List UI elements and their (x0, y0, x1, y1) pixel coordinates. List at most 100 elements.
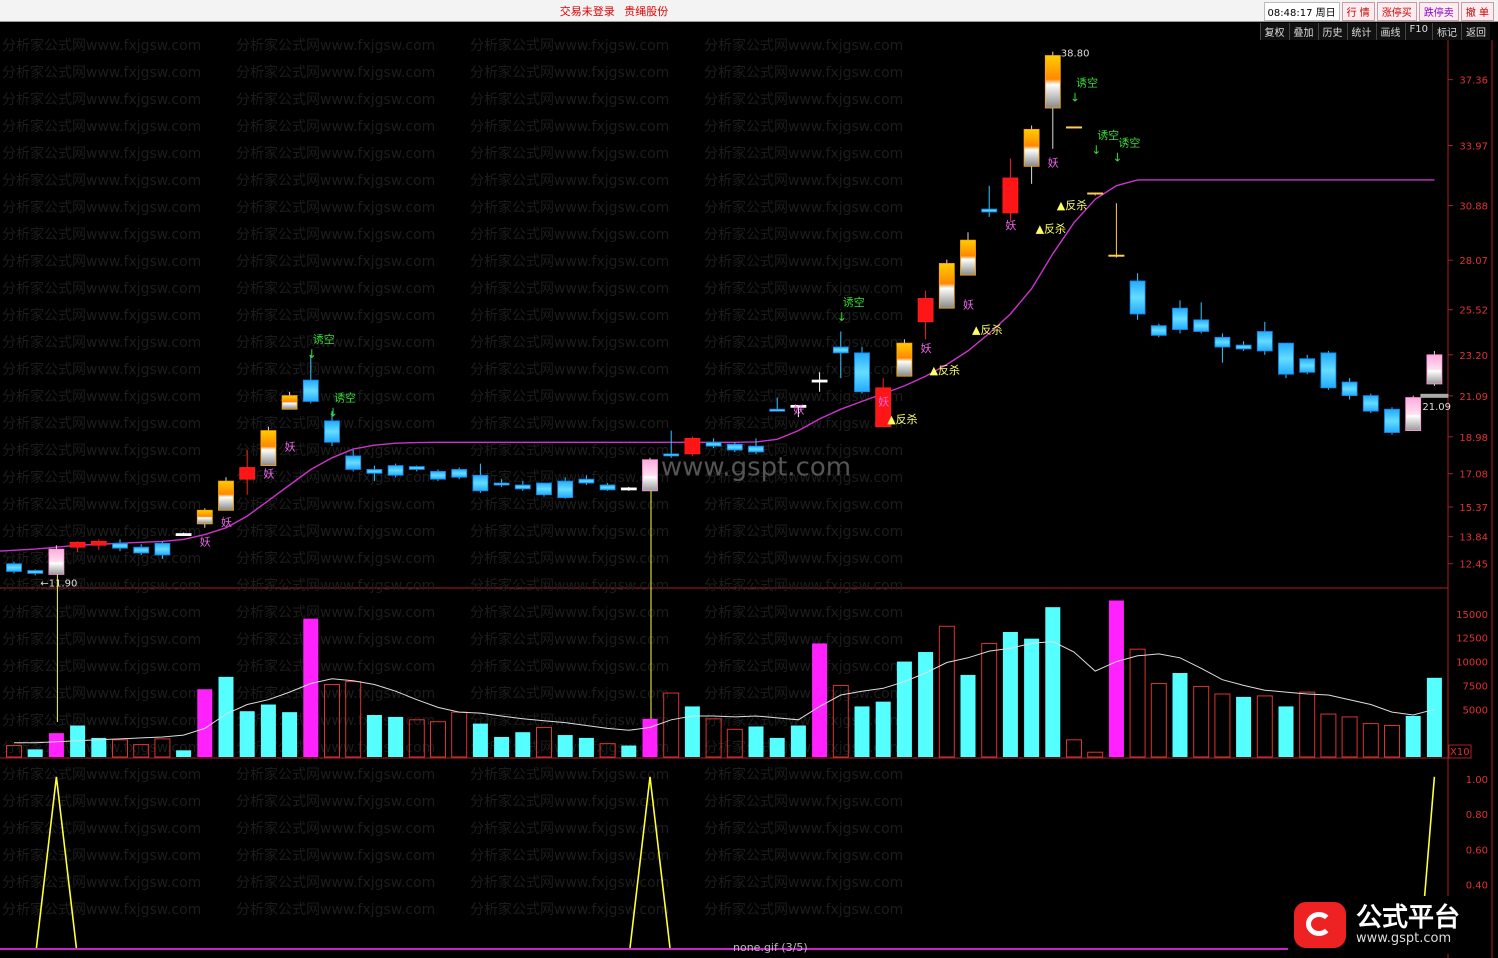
price-axis-label: 23.20 (1459, 351, 1488, 362)
candle-body (854, 352, 870, 393)
yao-signal-label: 妖 (221, 515, 232, 529)
watermark-text: 分析家公式网www.fxjgsw.com (2, 793, 201, 810)
candle-body (451, 469, 468, 478)
limit-down-sell-button[interactable]: 跌停卖 (1418, 2, 1459, 21)
candle-body (430, 471, 446, 480)
candle-body (1214, 336, 1231, 348)
watermark-text: 分析家公式网www.fxjgsw.com (236, 280, 435, 297)
candle-body (1256, 331, 1273, 352)
watermark-text: 分析家公式网www.fxjgsw.com (704, 64, 903, 81)
volume-bar (748, 726, 764, 757)
watermark-text: 分析家公式网www.fxjgsw.com (470, 496, 669, 513)
yao-signal-label: 妖 (963, 298, 974, 312)
watermark-text: 分析家公式网www.fxjgsw.com (470, 793, 669, 810)
candle-body (1172, 307, 1188, 330)
candle-body (578, 478, 595, 484)
volume-bar (494, 736, 510, 757)
candle-body (218, 480, 234, 511)
volume-bar (1066, 739, 1082, 758)
volume-bar (621, 745, 637, 757)
candle-body (387, 465, 404, 476)
cancel-order-button[interactable]: 撤 单 (1460, 2, 1494, 21)
watermark-text: 分析家公式网www.fxjgsw.com (704, 685, 903, 702)
volume-bar (388, 716, 404, 757)
volume-bar (1278, 706, 1294, 757)
candle-body (726, 443, 743, 451)
yao-signal-label: 妖 (878, 395, 889, 409)
volume-bar (896, 661, 912, 757)
candle-body (960, 239, 976, 276)
candle-body (345, 455, 362, 470)
candle-body (1108, 254, 1125, 257)
volume-bar (515, 732, 531, 757)
volume-unit-label: X10 (1450, 747, 1470, 758)
watermark-text: 分析家公式网www.fxjgsw.com (2, 91, 201, 108)
candle-body (260, 430, 277, 466)
watermark-text: 分析家公式网www.fxjgsw.com (470, 64, 669, 81)
volume-bar (197, 689, 213, 757)
watermark-text: 分析家公式网www.fxjgsw.com (470, 280, 669, 297)
watermark-text: 分析家公式网www.fxjgsw.com (2, 226, 201, 243)
watermark-text: 分析家公式网www.fxjgsw.com (704, 226, 903, 243)
watermark-text: 分析家公式网www.fxjgsw.com (704, 820, 903, 837)
candle-body (6, 563, 22, 572)
candle-body (1341, 381, 1358, 397)
sell-arrow-icon: ↓ (328, 405, 338, 419)
watermark-text: 分析家公式网www.fxjgsw.com (704, 658, 903, 675)
volume-bar (918, 652, 934, 757)
watermark-text: 分析家公式网www.fxjgsw.com (704, 334, 903, 351)
candle-body (642, 459, 658, 492)
watermark-text: 分析家公式网www.fxjgsw.com (236, 874, 435, 891)
watermark-text: 分析家公式网www.fxjgsw.com (2, 847, 201, 864)
yao-signal-label: 妖 (200, 535, 211, 549)
quote-button[interactable]: 行 情 (1341, 2, 1375, 21)
watermark-text: 分析家公式网www.fxjgsw.com (236, 226, 435, 243)
watermark-text: 分析家公式网www.fxjgsw.com (236, 631, 435, 648)
watermark-text: 分析家公式网www.fxjgsw.com (704, 604, 903, 621)
volume-axis-label: 7500 (1463, 681, 1488, 692)
fansha-signal-label: ▲反杀 (1036, 221, 1066, 235)
watermark-text: 分析家公式网www.fxjgsw.com (704, 523, 903, 540)
volume-bar (578, 737, 594, 757)
stock-chart[interactable]: 分析家公式网www.fxjgsw.com 分析家公式网www.fxjgsw.com… (0, 22, 1498, 958)
watermark-text: 分析家公式网www.fxjgsw.com (2, 577, 201, 594)
limit-up-buy-button[interactable]: 涨停买 (1376, 2, 1417, 21)
watermark-text: 分析家公式网www.fxjgsw.com (704, 901, 903, 918)
watermark-text: 分析家公式网www.fxjgsw.com (236, 793, 435, 810)
watermark-text: 分析家公式网www.fxjgsw.com (470, 253, 669, 270)
watermark-text: 分析家公式网www.fxjgsw.com (704, 118, 903, 135)
sell-signal-label: 诱空 (843, 295, 865, 309)
watermark-text: 分析家公式网www.fxjgsw.com (2, 604, 201, 621)
candle-body (408, 466, 425, 470)
watermark-text: 分析家公式网www.fxjgsw.com (470, 37, 669, 54)
candle-body (239, 467, 256, 480)
watermark-text: 分析家公式网www.fxjgsw.com (704, 307, 903, 324)
candle-body (1193, 319, 1210, 332)
watermark-text: 分析家公式网www.fxjgsw.com (470, 226, 669, 243)
signal-axis-label: 0.40 (1466, 881, 1488, 892)
watermark-text: 分析家公式网www.fxjgsw.com (704, 577, 903, 594)
volume-bar (472, 723, 488, 757)
volume-bar (260, 704, 276, 757)
candle-body (1426, 354, 1443, 385)
watermark-text: 分析家公式网www.fxjgsw.com (470, 901, 669, 918)
watermark-text: 分析家公式网www.fxjgsw.com (2, 415, 201, 432)
volume-bar (812, 643, 828, 757)
watermark-text: 分析家公式网www.fxjgsw.com (236, 253, 435, 270)
volume-bar (1045, 607, 1061, 757)
price-axis-label: 25.52 (1459, 306, 1488, 317)
volume-bar (938, 625, 955, 758)
watermark-text: 分析家公式网www.fxjgsw.com (470, 631, 669, 648)
volume-axis-label: 5000 (1463, 705, 1488, 716)
candle-body (832, 346, 849, 354)
price-axis-label: 15.37 (1459, 503, 1488, 514)
volume-bar (48, 733, 64, 757)
watermark-text: 分析家公式网www.fxjgsw.com (2, 361, 201, 378)
watermark-text: 分析家公式网www.fxjgsw.com (2, 550, 201, 567)
watermark-text: 分析家公式网www.fxjgsw.com (236, 172, 435, 189)
watermark-text: 分析家公式网www.fxjgsw.com (236, 523, 435, 540)
last-price-label: 21.09 (1422, 402, 1451, 413)
volume-bar (875, 701, 891, 757)
candle-body (1002, 177, 1019, 214)
candle-body (302, 379, 319, 402)
